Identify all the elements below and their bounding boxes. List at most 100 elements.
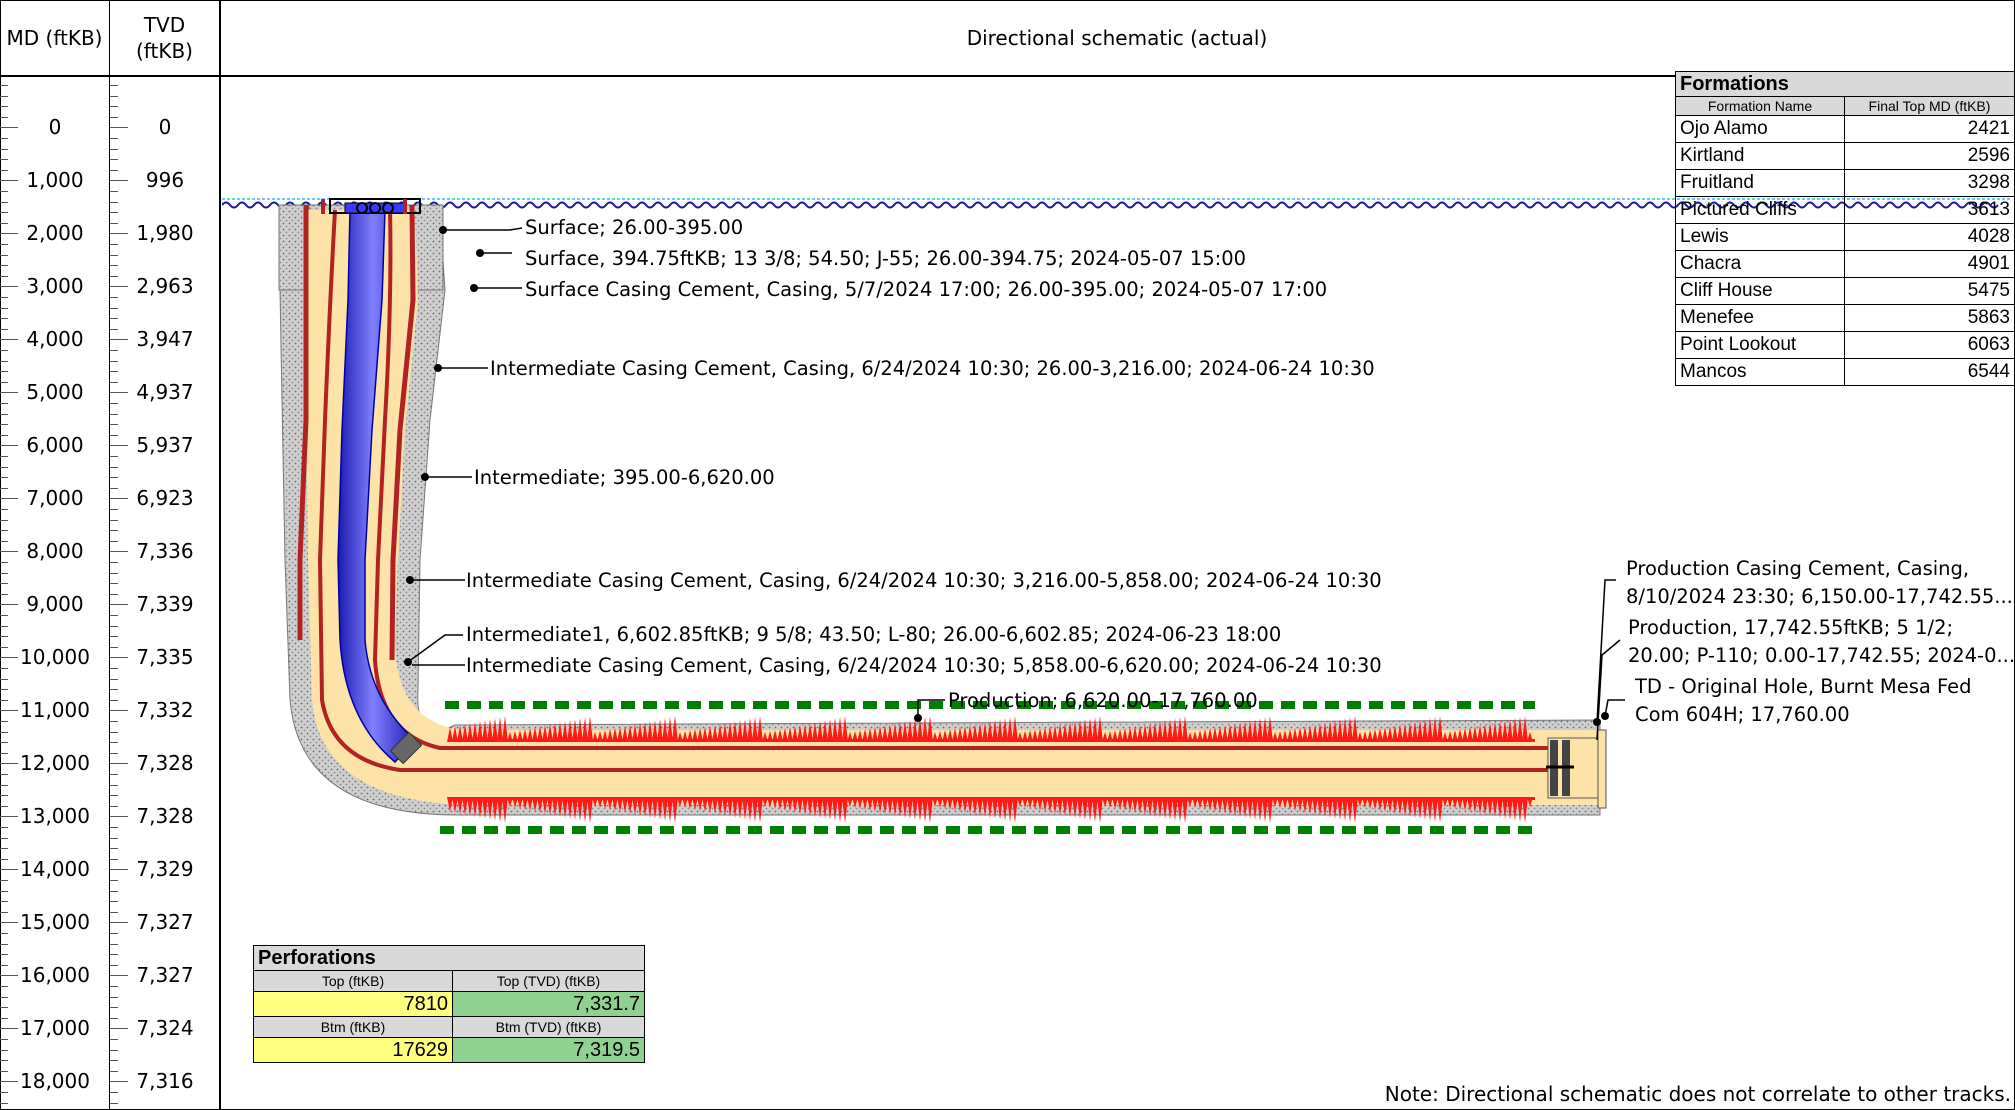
depth-tick [0, 509, 8, 510]
depth-tick [110, 350, 118, 351]
md-depth-label: 1,000 [26, 168, 84, 192]
depth-tick [110, 795, 118, 796]
callout-intermediate1-casing: Intermediate1, 6,602.85ftKB; 9 5/8; 43.5… [466, 623, 1282, 646]
depth-tick [110, 583, 118, 584]
depth-tick [0, 636, 8, 637]
depth-tick [110, 456, 118, 457]
depth-tick [110, 191, 118, 192]
depth-tick [110, 329, 118, 330]
perforations-col-top-tvd: Top (TVD) (ftKB) [452, 970, 645, 992]
md-depth-label: 12,000 [20, 751, 90, 775]
callout-production-casing: Production, 17,742.55ftKB; 5 1/2; 20.00;… [1628, 615, 2015, 668]
md-depth-label: 5,000 [26, 380, 84, 404]
depth-tick [0, 1050, 8, 1051]
depth-tick [110, 710, 128, 711]
formation-name: Chacra [1675, 250, 1845, 278]
depth-tick [0, 456, 8, 457]
depth-tick [110, 488, 118, 489]
md-depth-label: 17,000 [20, 1016, 90, 1040]
depth-tick [0, 912, 8, 913]
depth-tick [0, 255, 8, 256]
perforations-col-top: Top (ftKB) [253, 970, 453, 992]
depth-tick [110, 212, 118, 213]
formations-title: Formations [1675, 71, 2015, 97]
depth-tick [110, 265, 118, 266]
depth-tick [110, 604, 128, 605]
depth-tick [0, 149, 8, 150]
depth-tick [0, 170, 8, 171]
schematic-header: Directional schematic (actual) [221, 0, 2013, 75]
callout-surface-casing: Surface, 394.75ftKB; 13 3/8; 54.50; J-55… [525, 247, 1247, 270]
depth-tick [110, 1039, 118, 1040]
depth-tick [0, 117, 8, 118]
depth-tick [110, 414, 118, 415]
depth-tick [0, 350, 8, 351]
depth-tick [110, 318, 118, 319]
formation-row: Cliff House 5475 [1675, 277, 2015, 305]
depth-tick [0, 318, 8, 319]
depth-tick [0, 732, 8, 733]
formation-top-md: 2596 [1844, 142, 2015, 170]
callout-production-casing-line2: 20.00; P-110; 0.00-17,742.55; 2024-0... [1628, 644, 2015, 667]
depth-tick [0, 159, 8, 160]
tvd-depth-label: 7,328 [136, 751, 194, 775]
depth-tick [0, 403, 8, 404]
depth-tick [0, 763, 18, 764]
formation-name: Point Lookout [1675, 331, 1845, 359]
depth-tick [110, 626, 118, 627]
depth-tick [110, 806, 118, 807]
depth-tick [0, 827, 8, 828]
formation-name: Fruitland [1675, 169, 1845, 197]
depth-tick [110, 838, 118, 839]
callout-production-cement: Production Casing Cement, Casing, 8/10/2… [1626, 556, 2013, 609]
depth-tick [0, 891, 8, 892]
depth-tick [110, 891, 118, 892]
depth-tick [110, 742, 118, 743]
depth-tick [110, 594, 118, 595]
depth-tick [110, 975, 128, 976]
formations-col-top: Final Top MD (ftKB) [1844, 96, 2015, 116]
depth-tick [0, 477, 8, 478]
formation-row: Mancos 6544 [1675, 358, 2015, 386]
depth-tick [110, 297, 118, 298]
md-depth-label: 0 [48, 115, 62, 139]
depth-tick [110, 530, 118, 531]
depth-tick [110, 668, 118, 669]
depth-tick [110, 1092, 118, 1093]
depth-tick [110, 636, 118, 637]
depth-tick [110, 732, 118, 733]
depth-tick [0, 901, 8, 902]
depth-tick [110, 255, 118, 256]
tvd-depth-label: 7,336 [136, 539, 194, 563]
formation-name: Kirtland [1675, 142, 1845, 170]
tvd-header-label-2: (ftKB) [136, 38, 193, 63]
formation-row: Lewis 4028 [1675, 223, 2015, 251]
depth-tick [0, 96, 8, 97]
callout-intermediate-hole: Intermediate; 395.00-6,620.00 [474, 466, 775, 489]
depth-tick [110, 1071, 118, 1072]
depth-tick [110, 1081, 128, 1082]
depth-tick [0, 806, 8, 807]
depth-tick [0, 138, 8, 139]
depth-tick [0, 265, 8, 266]
tvd-depth-label: 7,335 [136, 645, 194, 669]
tvd-depth-label: 7,329 [136, 857, 194, 881]
callout-production-casing-line1: Production, 17,742.55ftKB; 5 1/2; [1628, 616, 1954, 639]
formation-top-md: 6063 [1844, 331, 2015, 359]
depth-tick [0, 689, 8, 690]
depth-tick [110, 1103, 118, 1104]
tvd-depth-label: 996 [145, 168, 185, 192]
depth-tick [0, 626, 8, 627]
depth-tick [0, 742, 8, 743]
callout-surface-cement: Surface Casing Cement, Casing, 5/7/2024 … [525, 278, 1328, 301]
formation-row: Fruitland 3298 [1675, 169, 2015, 197]
depth-tick [0, 1060, 8, 1061]
depth-tick [110, 869, 128, 870]
formations-col-name: Formation Name [1675, 96, 1845, 116]
depth-tick [0, 594, 8, 595]
depth-tick [110, 816, 128, 817]
schematic-note: Note: Directional schematic does not cor… [1384, 1082, 2011, 1106]
depth-tick [0, 212, 8, 213]
depth-tick [110, 721, 118, 722]
md-depth-label: 4,000 [26, 327, 84, 351]
